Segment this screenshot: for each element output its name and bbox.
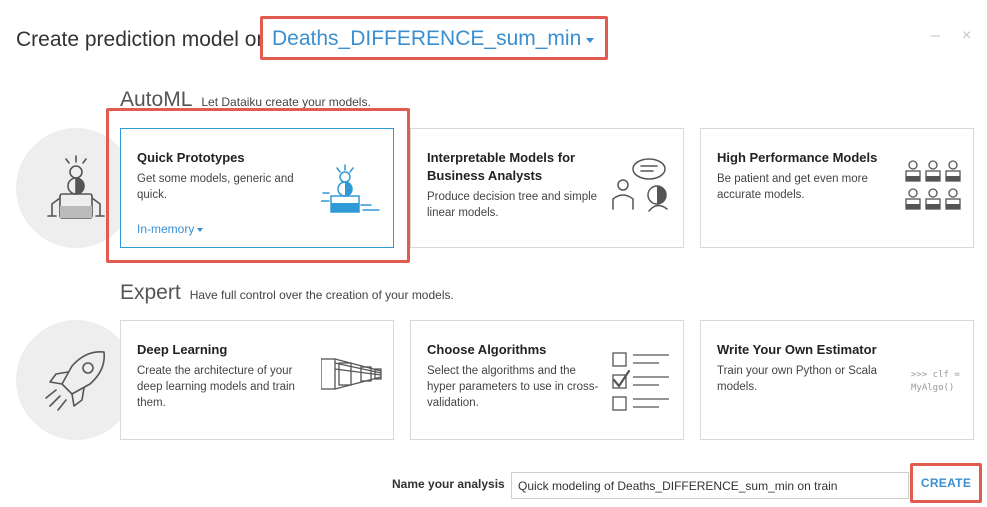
create-button-label: CREATE — [920, 476, 972, 490]
card-description: Select the algorithms and the hyper para… — [427, 365, 599, 409]
create-button[interactable]: CREATE — [910, 463, 982, 503]
business-analysts-icon — [612, 158, 668, 212]
modal-header: Create prediction model on — [16, 24, 268, 56]
card-write-your-own-estimator[interactable]: Write Your Own Estimator Train your own … — [700, 320, 974, 440]
card-description: Produce decision tree and simple linear … — [427, 191, 598, 219]
analysis-name-input[interactable] — [511, 472, 909, 499]
card-interpretable-models[interactable]: Interpretable Models for Business Analys… — [410, 128, 684, 248]
automl-title: AutoML — [120, 88, 193, 111]
target-variable-dropdown[interactable]: Deaths_DIFFERENCE_sum_min — [260, 16, 608, 60]
page-title: Create prediction model on — [16, 28, 269, 51]
engine-label: In-memory — [137, 222, 195, 236]
target-variable-name: Deaths_DIFFERENCE_sum_min — [272, 27, 582, 50]
expert-subtitle: Have full control over the creation of y… — [189, 288, 454, 302]
automl-heading: AutoML Let Dataiku create your models. — [120, 88, 371, 112]
minimize-button[interactable]: – — [931, 28, 940, 44]
card-title: High Performance Models — [717, 150, 878, 165]
card-description: Train your own Python or Scala models. — [717, 365, 878, 393]
card-quick-prototypes[interactable]: Quick Prototypes Get some models, generi… — [120, 128, 394, 248]
card-choose-algorithms[interactable]: Choose Algorithms Select the algorithms … — [410, 320, 684, 440]
automl-subtitle: Let Dataiku create your models. — [201, 95, 371, 109]
code-snippet-icon: >>> clf = MyAlgo() — [911, 370, 960, 393]
card-description: Be patient and get even more accurate mo… — [717, 173, 868, 201]
chevron-down-icon — [586, 38, 595, 43]
expert-heading: Expert Have full control over the creati… — [120, 281, 454, 305]
card-deep-learning[interactable]: Deep Learning Create the architecture of… — [120, 320, 394, 440]
checklist-icon — [612, 352, 669, 411]
analysis-name-label: Name your analysis — [392, 477, 505, 491]
card-description: Create the architecture of your deep lea… — [137, 365, 295, 409]
neural-network-icon — [321, 358, 382, 390]
card-title: Choose Algorithms — [427, 342, 547, 357]
close-button[interactable]: × — [962, 28, 971, 44]
card-title: Write Your Own Estimator — [717, 342, 877, 357]
card-description: Get some models, generic and quick. — [137, 173, 294, 201]
quick-prototype-icon — [321, 164, 380, 213]
expert-title: Expert — [120, 281, 181, 304]
card-title: Interpretable Models for Business Analys… — [427, 150, 576, 183]
card-high-performance-models[interactable]: High Performance Models Be patient and g… — [700, 128, 974, 248]
rocket-icon — [16, 320, 136, 440]
robot-grid-icon — [905, 160, 961, 210]
card-title: Quick Prototypes — [137, 150, 245, 165]
card-title: Deep Learning — [137, 342, 228, 357]
engine-dropdown[interactable]: In-memory — [137, 222, 204, 236]
chevron-down-icon — [197, 228, 204, 232]
robot-icon — [16, 128, 136, 248]
